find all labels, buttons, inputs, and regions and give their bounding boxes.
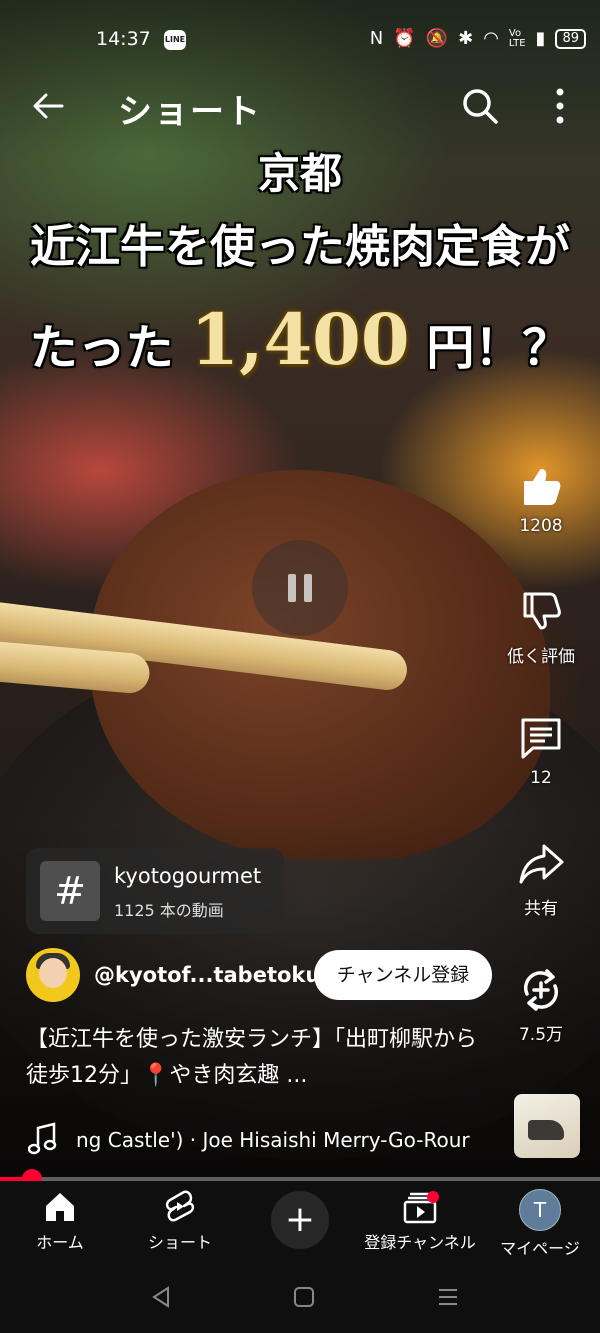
nav-subscriptions[interactable]: 登録チャンネル: [360, 1189, 480, 1253]
channel-row: @kyotof...tabetoku チャンネル登録: [26, 948, 506, 1004]
share-label: 共有: [524, 899, 558, 919]
page-title: ショート: [118, 92, 262, 132]
channel-avatar[interactable]: [26, 948, 80, 1002]
nav-home[interactable]: ホーム: [0, 1189, 120, 1253]
comment-button[interactable]: 12: [496, 714, 586, 788]
system-home-icon[interactable]: [292, 1285, 316, 1309]
shorts-icon: [165, 1190, 195, 1222]
video-caption-line3: たった 1,400 円！？: [0, 298, 600, 381]
line-app-icon: LINE: [164, 30, 186, 50]
piano-image: [528, 1120, 564, 1140]
alarm-icon: ⏰: [393, 28, 416, 49]
nav-me[interactable]: T マイページ: [480, 1189, 600, 1259]
system-nav-bar: [0, 1265, 600, 1333]
nav-shorts-label: ショート: [147, 1233, 212, 1252]
notification-dot: [427, 1191, 439, 1203]
thumbs-down-icon: [523, 592, 561, 630]
like-button[interactable]: 1208: [496, 462, 586, 536]
wifi-icon: ◠: [483, 28, 499, 49]
caption-prefix: たった: [29, 320, 174, 376]
nav-subscriptions-label: 登録チャンネル: [364, 1233, 476, 1252]
music-row[interactable]: ng Castle') · Joe Hisaishi Merry-Go-Rour: [26, 1122, 496, 1162]
remix-button[interactable]: 7.5万: [496, 966, 586, 1045]
share-icon: [519, 844, 564, 884]
music-track: ng Castle') · Joe Hisaishi Merry-Go-Rour: [76, 1128, 470, 1152]
bluetooth-icon: ✱: [458, 28, 474, 49]
dislike-label: 低く評価: [507, 647, 575, 667]
hashtag-name: kyotogourmet: [114, 864, 262, 888]
dislike-button[interactable]: 低く評価: [496, 588, 586, 667]
pause-icon[interactable]: [252, 540, 348, 636]
user-avatar: T: [519, 1189, 561, 1231]
hashtag-icon: #: [40, 861, 100, 921]
bottom-nav: ホーム ショート + 登録チャンネル T マイページ: [0, 1181, 600, 1265]
system-recents-icon[interactable]: [436, 1285, 460, 1309]
top-app-bar: ショート: [0, 80, 600, 136]
video-caption-line1: 京都: [257, 149, 342, 198]
nfc-icon: N: [369, 28, 384, 49]
nav-home-label: ホーム: [36, 1233, 84, 1252]
remix-icon: [523, 969, 559, 1011]
share-button[interactable]: 共有: [496, 840, 586, 919]
caption-price: 1,400: [190, 298, 410, 381]
nav-shorts[interactable]: ショート: [120, 1189, 240, 1253]
sound-thumbnail[interactable]: [514, 1094, 580, 1158]
music-note-icon: [28, 1122, 57, 1155]
video-description[interactable]: 【近江牛を使った激安ランチ】「出町柳駅から徒歩12分」📍やき肉玄趣 ...: [26, 1022, 496, 1094]
signal-icon: ▮: [535, 28, 546, 49]
create-plus-icon: +: [271, 1191, 329, 1249]
search-icon[interactable]: [458, 84, 502, 128]
status-time: 14:37: [96, 28, 151, 50]
mute-icon: 🔕: [425, 28, 449, 49]
nav-create[interactable]: +: [240, 1189, 360, 1249]
channel-handle[interactable]: @kyotof...tabetoku: [94, 963, 320, 987]
back-arrow-icon[interactable]: [26, 84, 70, 128]
status-bar: 14:37 LINE N ⏰ 🔕 ✱ ◠ Vo LTE ▮ 89: [0, 22, 600, 58]
remix-count: 7.5万: [518, 1025, 564, 1045]
comment-icon: [521, 718, 561, 759]
hashtag-video-count: 1125 本の動画: [114, 901, 224, 920]
more-vert-icon[interactable]: [540, 84, 580, 128]
avatar-face: [39, 958, 67, 988]
battery-icon: 89: [555, 28, 586, 49]
like-count: 1208: [519, 516, 563, 536]
caption-suffix: 円！？: [426, 320, 571, 376]
comment-count: 12: [530, 768, 552, 788]
system-back-icon[interactable]: [150, 1285, 172, 1309]
home-icon: [46, 1193, 74, 1221]
subscribe-button[interactable]: チャンネル登録: [314, 950, 492, 1000]
thumbs-up-icon: [524, 469, 561, 505]
hashtag-chip[interactable]: # kyotogourmet 1125 本の動画: [26, 848, 284, 934]
video-caption-line2: 近江牛を使った焼肉定食が: [29, 220, 570, 273]
status-icons: N ⏰ 🔕 ✱ ◠ Vo LTE ▮ 89: [370, 28, 586, 49]
nav-me-label: マイページ: [500, 1239, 580, 1258]
shorts-player-screen: 14:37 LINE N ⏰ 🔕 ✱ ◠ VoLTE ▮ 89 ショート 京都: [0, 0, 600, 1333]
volte-icon: Vo LTE: [508, 27, 526, 49]
